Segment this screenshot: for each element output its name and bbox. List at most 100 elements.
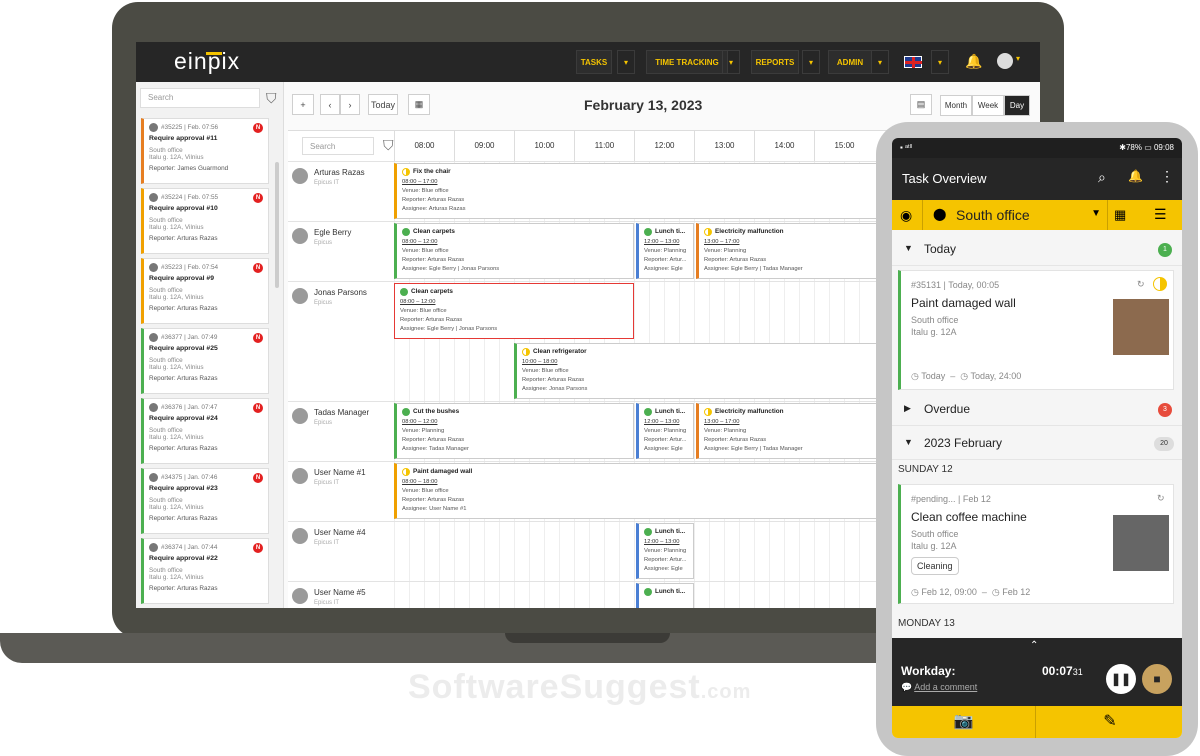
prev-button[interactable]: ‹ xyxy=(320,94,340,115)
bell-icon[interactable]: 🔔 xyxy=(1128,169,1143,183)
refresh-icon: ↻ xyxy=(1137,279,1145,289)
edit-icon[interactable]: ✎ xyxy=(1038,706,1182,738)
more-icon[interactable]: ⋮ xyxy=(1160,168,1174,185)
resource-person[interactable]: Egle Berry Epicus xyxy=(292,222,404,272)
search-icon[interactable]: ⌕ xyxy=(1098,169,1106,186)
language-dropdown-icon[interactable]: ▾ xyxy=(931,50,949,74)
resource-person[interactable]: User Name #5 Epicus IT xyxy=(292,582,404,608)
resource-person[interactable]: Tadas Manager Epicus xyxy=(292,402,404,452)
approval-card[interactable]: #36374 | Jan. 07:44 N Require approval #22… xyxy=(141,538,269,604)
resource-person[interactable]: Jonas Parsons Epicus xyxy=(292,282,404,332)
time-tracking-dropdown-icon[interactable]: ▾ xyxy=(722,50,740,74)
person-org: Epicus IT xyxy=(314,180,340,186)
task-event[interactable]: Clean carpets 08:00 – 12:00 Venue: Blue of… xyxy=(394,223,634,279)
approval-card[interactable]: #35225 | Feb. 07:56 N Require approval #11… xyxy=(141,118,269,184)
task-event[interactable]: Lunch ti... 12:00 – 13:00 Venue: Planning R… xyxy=(636,403,694,459)
avatar xyxy=(149,473,158,482)
reports-menu[interactable]: REPORTS xyxy=(751,50,799,74)
card-title: Require approval #24 xyxy=(149,415,218,422)
task-card[interactable]: #35131 | Today, 00:05 Paint damaged wall… xyxy=(898,270,1174,390)
settings-sliders-icon[interactable]: ☰ xyxy=(1154,206,1167,223)
resource-person[interactable]: User Name #4 Epicus IT xyxy=(292,522,404,572)
pause-button[interactable]: ❚❚ xyxy=(1106,664,1136,694)
overdue-section-header[interactable]: ▶ Overdue 3 xyxy=(892,394,1182,426)
hour-header: 14:00 xyxy=(754,131,814,161)
person-org: Epicus IT xyxy=(314,540,340,546)
avatar xyxy=(292,288,308,304)
view-month-button[interactable]: Month xyxy=(940,95,972,116)
card-address: Italu g. 12A, Vilnius xyxy=(149,434,204,441)
card-venue: South office xyxy=(149,147,183,154)
location-pin-icon: ⬤ xyxy=(933,207,947,221)
location-bar: ◉ ⬤ South office ▼ ▦ ☰ xyxy=(892,200,1182,230)
admin-menu[interactable]: ADMIN xyxy=(828,50,872,74)
location-name: South office xyxy=(956,207,1030,223)
resource-person[interactable]: User Name #1 Epicus IT xyxy=(292,462,404,512)
today-label: Today xyxy=(924,242,957,256)
location-selector[interactable]: ⬤ South office ▼ xyxy=(922,200,1108,230)
approval-card[interactable]: #34375 | Jan. 07:46 N Require approval #23… xyxy=(141,468,269,534)
task-event[interactable]: Lunch ti... 12:00 – 13:00 Venue: Planning R… xyxy=(636,223,694,279)
view-day-button[interactable]: Day xyxy=(1004,95,1030,116)
approval-card[interactable]: #35224 | Feb. 07:55 N Require approval #10… xyxy=(141,188,269,254)
timeline-search-input[interactable]: Search xyxy=(302,137,374,155)
user-avatar[interactable] xyxy=(997,53,1013,69)
task-address: Italu g. 12A xyxy=(911,541,957,551)
filter-icon[interactable]: ⛉ xyxy=(266,90,277,107)
chevron-up-icon[interactable]: ⌃ xyxy=(1030,640,1038,651)
hour-header: 08:00 xyxy=(394,131,454,161)
calendar-icon[interactable]: ▦ xyxy=(1114,207,1126,223)
language-flag-icon[interactable] xyxy=(904,56,922,68)
task-event[interactable]: Lunch ti... 12:00 – 13:00 Venue: Planning R… xyxy=(636,523,694,579)
approval-card[interactable]: #36377 | Jan. 07:49 N Require approval #25… xyxy=(141,328,269,394)
person-org: Epicus xyxy=(314,300,333,306)
stop-button[interactable]: ■ xyxy=(1142,664,1172,694)
task-event[interactable]: Cut the bushes 08:00 – 12:00 Venue: Planni… xyxy=(394,403,634,459)
task-card[interactable]: #pending... | Feb 12 Clean coffee machin… xyxy=(898,484,1174,604)
phone-status-left: ▪ ᵃᵗˡˡ xyxy=(900,143,913,152)
card-venue: South office xyxy=(149,287,183,294)
task-event[interactable]: Clean carpets 08:00 – 12:00 Venue: Blue of… xyxy=(394,283,634,339)
task-venue: South office xyxy=(911,529,959,539)
date-range-icon[interactable]: ▤ xyxy=(910,94,932,115)
einpix-logo: einpix xyxy=(174,48,241,74)
task-event[interactable]: Lunch ti... xyxy=(636,583,694,608)
avatar xyxy=(149,333,158,342)
add-comment-link[interactable]: 💬 Add a comment xyxy=(901,682,977,693)
timeline-filter-icon[interactable]: ⛉ xyxy=(383,137,394,154)
hour-header: 13:00 xyxy=(694,131,754,161)
time-tracking-menu[interactable]: TIME TRACKING xyxy=(646,50,728,74)
month-section-header[interactable]: ▼ 2023 February 20 xyxy=(892,428,1182,460)
approval-card[interactable]: #36376 | Jan. 07:47 N Require approval #24… xyxy=(141,398,269,464)
event-time: 12:00 – 13:00 xyxy=(644,419,680,425)
approval-card[interactable]: #35223 | Feb. 07:54 N Require approval #9 S… xyxy=(141,258,269,324)
calendar-icon[interactable]: ▦ xyxy=(408,94,430,115)
day-header: MONDAY 13 xyxy=(898,618,955,629)
sidebar-scrollbar[interactable] xyxy=(275,162,279,288)
bell-icon[interactable]: 🔔 xyxy=(965,53,982,70)
view-week-button[interactable]: Week xyxy=(972,95,1004,116)
tasks-dropdown-icon[interactable]: ▾ xyxy=(617,50,635,74)
person-org: Epicus IT xyxy=(314,600,340,606)
check-icon xyxy=(644,407,652,416)
event-venue: Venue: Planning xyxy=(402,428,445,434)
camera-icon[interactable]: 📷 xyxy=(892,706,1036,738)
new-badge: N xyxy=(253,123,263,133)
next-button[interactable]: › xyxy=(340,94,360,115)
card-meta: #35224 | Feb. 07:55 xyxy=(161,194,219,201)
event-venue: Venue: Planning xyxy=(644,548,687,554)
check-icon xyxy=(400,287,408,296)
globe-icon[interactable]: ◉ xyxy=(900,207,912,224)
event-reporter: Reporter: Artur... xyxy=(644,257,687,263)
resource-person[interactable]: Arturas Razas Epicus IT xyxy=(292,162,404,212)
admin-dropdown-icon[interactable]: ▾ xyxy=(871,50,889,74)
card-title: Require approval #11 xyxy=(149,135,218,142)
avatar-dropdown-icon[interactable]: ▾ xyxy=(1016,54,1020,63)
add-button[interactable]: + xyxy=(292,94,314,115)
reports-dropdown-icon[interactable]: ▾ xyxy=(802,50,820,74)
sidebar-search-input[interactable]: Search xyxy=(140,88,260,108)
avatar xyxy=(149,543,158,552)
today-section-header[interactable]: ▼ Today 1 xyxy=(892,234,1182,266)
today-button[interactable]: Today xyxy=(368,94,398,115)
tasks-menu[interactable]: TASKS xyxy=(576,50,612,74)
